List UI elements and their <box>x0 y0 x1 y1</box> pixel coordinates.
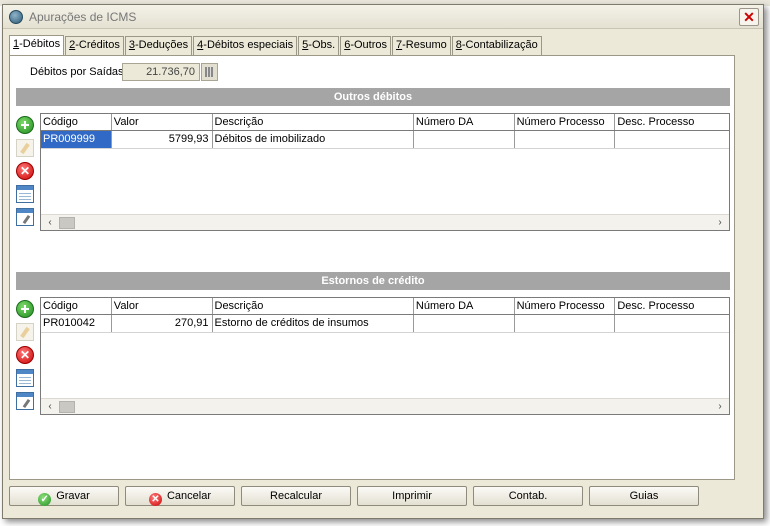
app-icon <box>9 10 23 24</box>
cell-codigo[interactable]: PR009999 <box>41 131 112 148</box>
tab-label: -Obs. <box>308 39 336 51</box>
scroll-right-icon[interactable]: › <box>712 400 728 414</box>
outros-debitos-header: Outros débitos <box>16 88 730 106</box>
tab-contabilizacao[interactable]: 8-Contabilização <box>451 36 542 55</box>
estornos-credito-toolbar: ✕ <box>16 300 38 415</box>
recalcular-button[interactable]: Recalcular <box>241 486 351 506</box>
form-edit-icon[interactable] <box>16 392 34 410</box>
col-desc-processo[interactable]: Desc. Processo <box>615 114 729 130</box>
cell-desc-processo[interactable] <box>615 131 729 148</box>
add-icon[interactable] <box>16 300 34 318</box>
horizontal-scrollbar[interactable]: ‹ › <box>41 398 729 414</box>
contab-button[interactable]: Contab. <box>473 486 583 506</box>
estornos-credito-grid: Código Valor Descrição Número DA Número … <box>40 297 730 415</box>
cell-numero-da[interactable] <box>414 315 515 332</box>
col-numero-da[interactable]: Número DA <box>414 298 515 314</box>
tab-obs[interactable]: 5-Obs. <box>298 36 340 55</box>
add-icon[interactable] <box>16 116 34 134</box>
grid-header: Código Valor Descrição Número DA Número … <box>41 114 729 131</box>
table-row[interactable]: PR009999 5799,93 Débitos de imobilizado <box>41 131 729 149</box>
tab-outros[interactable]: 6-Outros <box>340 36 392 55</box>
tab-label: -Outros <box>350 39 388 51</box>
gravar-button[interactable]: ✓ Gravar <box>9 486 119 506</box>
close-button[interactable]: ✕ <box>739 8 759 26</box>
col-codigo[interactable]: Código <box>41 298 112 314</box>
check-icon: ✓ <box>38 493 52 506</box>
delete-icon[interactable]: ✕ <box>16 162 34 180</box>
horizontal-scrollbar[interactable]: ‹ › <box>41 214 729 230</box>
tab-deducoes[interactable]: 3-Deduções <box>124 36 193 55</box>
col-valor[interactable]: Valor <box>112 114 213 130</box>
col-numero-da[interactable]: Número DA <box>414 114 515 130</box>
col-codigo[interactable]: Código <box>41 114 112 130</box>
tab-resumo[interactable]: 7-Resumo <box>392 36 451 55</box>
icms-dialog: Apurações de ICMS ✕ 1-Débitos 2-Créditos… <box>2 4 764 519</box>
outros-debitos-grid: Código Valor Descrição Número DA Número … <box>40 113 730 231</box>
imprimir-button[interactable]: Imprimir <box>357 486 467 506</box>
grid-view-icon[interactable] <box>16 185 34 203</box>
col-numero-processo[interactable]: Número Processo <box>515 114 616 130</box>
cancel-icon: ✕ <box>148 493 162 506</box>
col-descricao[interactable]: Descrição <box>213 114 414 130</box>
tab-creditos[interactable]: 2-Créditos <box>65 36 124 55</box>
cancelar-label: Cancelar <box>166 490 212 502</box>
tab-strip: 1-Débitos 2-Créditos 3-Deduções 4-Débito… <box>9 35 543 55</box>
debitos-por-saidas-label: Débitos por Saídas <box>30 66 124 78</box>
gravar-label: Gravar <box>56 490 90 502</box>
cell-valor[interactable]: 5799,93 <box>112 131 213 148</box>
estornos-credito-header: Estornos de crédito <box>16 272 730 290</box>
col-desc-processo[interactable]: Desc. Processo <box>615 298 729 314</box>
edit-icon[interactable] <box>16 139 34 157</box>
cell-numero-processo[interactable] <box>515 315 616 332</box>
cell-descricao[interactable]: Estorno de créditos de insumos <box>213 315 414 332</box>
edit-icon[interactable] <box>16 323 34 341</box>
form-edit-icon[interactable] <box>16 208 34 226</box>
cancelar-button[interactable]: ✕ Cancelar <box>125 486 235 506</box>
window-title: Apurações de ICMS <box>29 10 137 24</box>
cell-codigo[interactable]: PR010042 <box>41 315 112 332</box>
cell-numero-processo[interactable] <box>515 131 616 148</box>
scroll-thumb[interactable] <box>59 401 75 413</box>
cell-desc-processo[interactable] <box>615 315 729 332</box>
table-row[interactable]: PR010042 270,91 Estorno de créditos de i… <box>41 315 729 333</box>
scroll-right-icon[interactable]: › <box>712 216 728 230</box>
calculator-icon[interactable] <box>201 63 218 81</box>
tab-label: -Débitos <box>19 38 61 50</box>
col-numero-processo[interactable]: Número Processo <box>515 298 616 314</box>
title-bar: Apurações de ICMS ✕ <box>3 5 763 29</box>
col-valor[interactable]: Valor <box>112 298 213 314</box>
debitos-por-saidas-field: 21.736,70 <box>122 63 200 81</box>
tab-panel-debitos: Débitos por Saídas 21.736,70 Outros débi… <box>9 55 735 480</box>
cell-valor[interactable]: 270,91 <box>112 315 213 332</box>
cell-numero-da[interactable] <box>414 131 515 148</box>
tab-label: -Créditos <box>75 39 120 51</box>
footer-buttons: ✓ Gravar ✕ Cancelar Recalcular Imprimir Co… <box>9 483 759 513</box>
tab-debitos[interactable]: 1-Débitos <box>9 35 65 55</box>
scroll-left-icon[interactable]: ‹ <box>42 400 58 414</box>
guias-button[interactable]: Guias <box>589 486 699 506</box>
grid-header: Código Valor Descrição Número DA Número … <box>41 298 729 315</box>
scroll-left-icon[interactable]: ‹ <box>42 216 58 230</box>
tab-label: -Resumo <box>402 39 447 51</box>
cell-descricao[interactable]: Débitos de imobilizado <box>213 131 414 148</box>
close-icon: ✕ <box>743 9 755 25</box>
col-descricao[interactable]: Descrição <box>213 298 414 314</box>
scroll-thumb[interactable] <box>59 217 75 229</box>
tab-label: -Débitos especiais <box>203 39 294 51</box>
outros-debitos-toolbar: ✕ <box>16 116 38 231</box>
delete-icon[interactable]: ✕ <box>16 346 34 364</box>
grid-view-icon[interactable] <box>16 369 34 387</box>
tab-label: -Deduções <box>134 39 189 51</box>
tab-label: -Contabilização <box>461 39 538 51</box>
tab-debitos-especiais[interactable]: 4-Débitos especiais <box>193 36 298 55</box>
